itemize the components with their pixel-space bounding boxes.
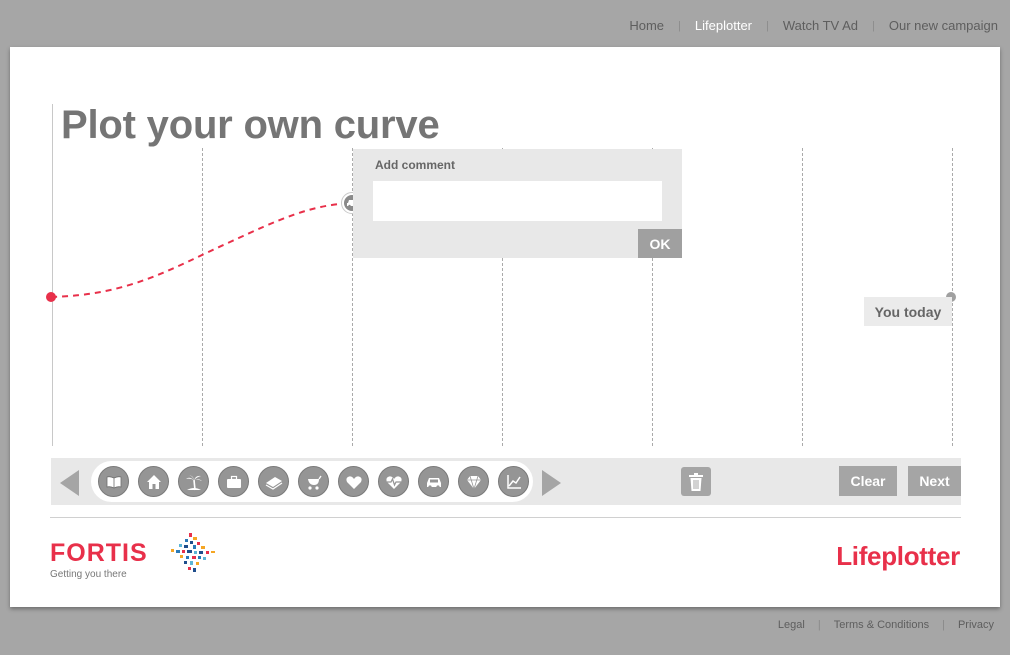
footer-separator: | (942, 619, 945, 631)
curve-start-point[interactable] (46, 292, 56, 302)
chart-icon[interactable] (498, 466, 529, 497)
main-card: You today Add comment OK Plot your own c… (10, 47, 1000, 607)
heartbeat-icon[interactable] (378, 466, 409, 497)
fortis-wordmark: FORTIS (50, 539, 148, 567)
palm-tree-icon[interactable] (178, 466, 209, 497)
heart-icon[interactable] (338, 466, 369, 497)
lifeplotter-logo[interactable]: Lifeplotter (836, 541, 960, 572)
nav-separator: | (678, 19, 681, 32)
you-today-label: You today (864, 297, 952, 326)
nav-separator: | (766, 19, 769, 32)
baby-stroller-icon[interactable] (298, 466, 329, 497)
next-button[interactable]: Next (908, 466, 961, 496)
page-title: Plot your own curve (61, 103, 440, 147)
nav-watch-tv-ad[interactable]: Watch TV Ad (783, 18, 858, 33)
footer-nav: Legal | Terms & Conditions | Privacy (778, 619, 994, 631)
icon-toolbar: Clear Next (51, 458, 961, 505)
fortis-mosaic-icon (171, 533, 215, 572)
car-icon[interactable] (418, 466, 449, 497)
money-icon[interactable] (258, 466, 289, 497)
comment-input[interactable] (373, 181, 662, 221)
footer-divider (50, 517, 961, 518)
add-comment-popup: Add comment OK (353, 149, 682, 258)
top-nav: Home | Lifeplotter | Watch TV Ad | Our n… (629, 18, 998, 33)
ok-button[interactable]: OK (638, 229, 682, 258)
nav-separator: | (872, 19, 875, 32)
fortis-tagline: Getting you there (50, 569, 127, 580)
scroll-left-arrow-icon[interactable] (60, 470, 79, 496)
nav-home[interactable]: Home (629, 18, 664, 33)
clear-button[interactable]: Clear (839, 466, 897, 496)
nav-our-new-campaign[interactable]: Our new campaign (889, 18, 998, 33)
briefcase-icon[interactable] (218, 466, 249, 497)
add-comment-label: Add comment (375, 158, 456, 172)
nav-lifeplotter[interactable]: Lifeplotter (695, 18, 752, 33)
diamond-icon[interactable] (458, 466, 489, 497)
icon-tray (91, 461, 533, 502)
footer-link-terms[interactable]: Terms & Conditions (834, 619, 929, 631)
book-icon[interactable] (98, 466, 129, 497)
footer-separator: | (817, 619, 821, 631)
footer-link-privacy[interactable]: Privacy (958, 619, 994, 631)
scroll-right-arrow-icon[interactable] (542, 470, 561, 496)
trash-icon[interactable] (681, 467, 711, 496)
footer-link-legal[interactable]: Legal (778, 619, 805, 631)
house-icon[interactable] (138, 466, 169, 497)
fortis-logo[interactable]: FORTIS Getting you there (50, 539, 148, 580)
